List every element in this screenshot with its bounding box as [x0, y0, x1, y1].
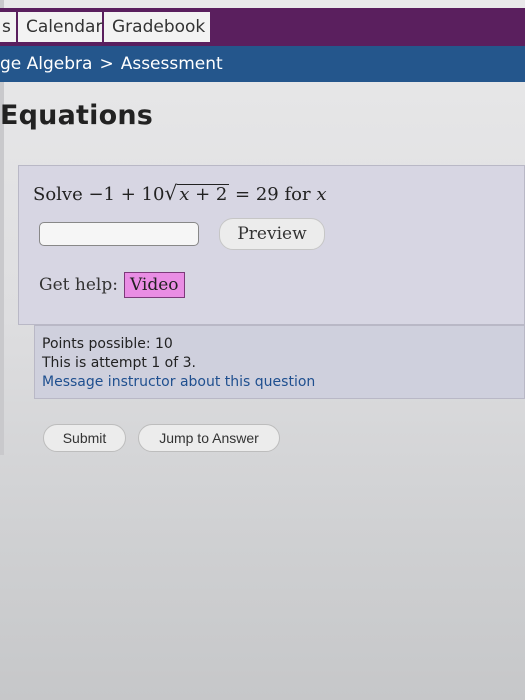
- video-help-button[interactable]: Video: [123, 272, 185, 298]
- sqrt-radicand: x + 2: [177, 184, 230, 205]
- breadcrumb-course-link[interactable]: ge Algebra: [0, 54, 92, 74]
- question-text: Solve −1 + 10 √ x + 2 = 29 for x: [33, 181, 327, 205]
- breadcrumb-current: Assessment: [120, 54, 223, 74]
- message-instructor-link[interactable]: Message instructor about this question: [42, 374, 315, 390]
- get-help-row: Get help: Video: [39, 272, 185, 298]
- question-target-variable: x: [316, 184, 327, 205]
- radicand-rest: + 2: [189, 184, 228, 205]
- breadcrumb-separator: >: [99, 54, 114, 74]
- nav-item-gradebook[interactable]: Gradebook: [104, 12, 212, 42]
- question-info-box: Points possible: 10 This is attempt 1 of…: [34, 325, 525, 399]
- points-possible: Points possible: 10: [42, 336, 173, 352]
- question-prefix: Solve: [33, 184, 89, 205]
- nav-item-truncated[interactable]: s: [0, 12, 18, 42]
- page-title: Equations: [0, 100, 154, 131]
- attempt-count: This is attempt 1 of 3.: [42, 355, 196, 371]
- jump-to-answer-button[interactable]: Jump to Answer: [138, 424, 280, 452]
- submit-button[interactable]: Submit: [43, 424, 126, 452]
- sqrt-expression: √ x + 2: [164, 181, 230, 205]
- question-expr-lead: −1 + 10: [88, 184, 165, 205]
- preview-button[interactable]: Preview: [219, 218, 325, 250]
- get-help-label: Get help:: [39, 275, 118, 295]
- sqrt-icon: √: [164, 181, 178, 205]
- question-box: Solve −1 + 10 √ x + 2 = 29 for x Preview…: [18, 165, 525, 325]
- radicand-variable: x: [179, 184, 190, 205]
- top-nav: s Calendar Gradebook: [0, 8, 525, 46]
- question-expr-tail: = 29 for: [229, 184, 317, 205]
- breadcrumb: ge Algebra > Assessment: [0, 46, 525, 82]
- nav-item-calendar[interactable]: Calendar: [18, 12, 104, 42]
- answer-input[interactable]: [39, 222, 199, 246]
